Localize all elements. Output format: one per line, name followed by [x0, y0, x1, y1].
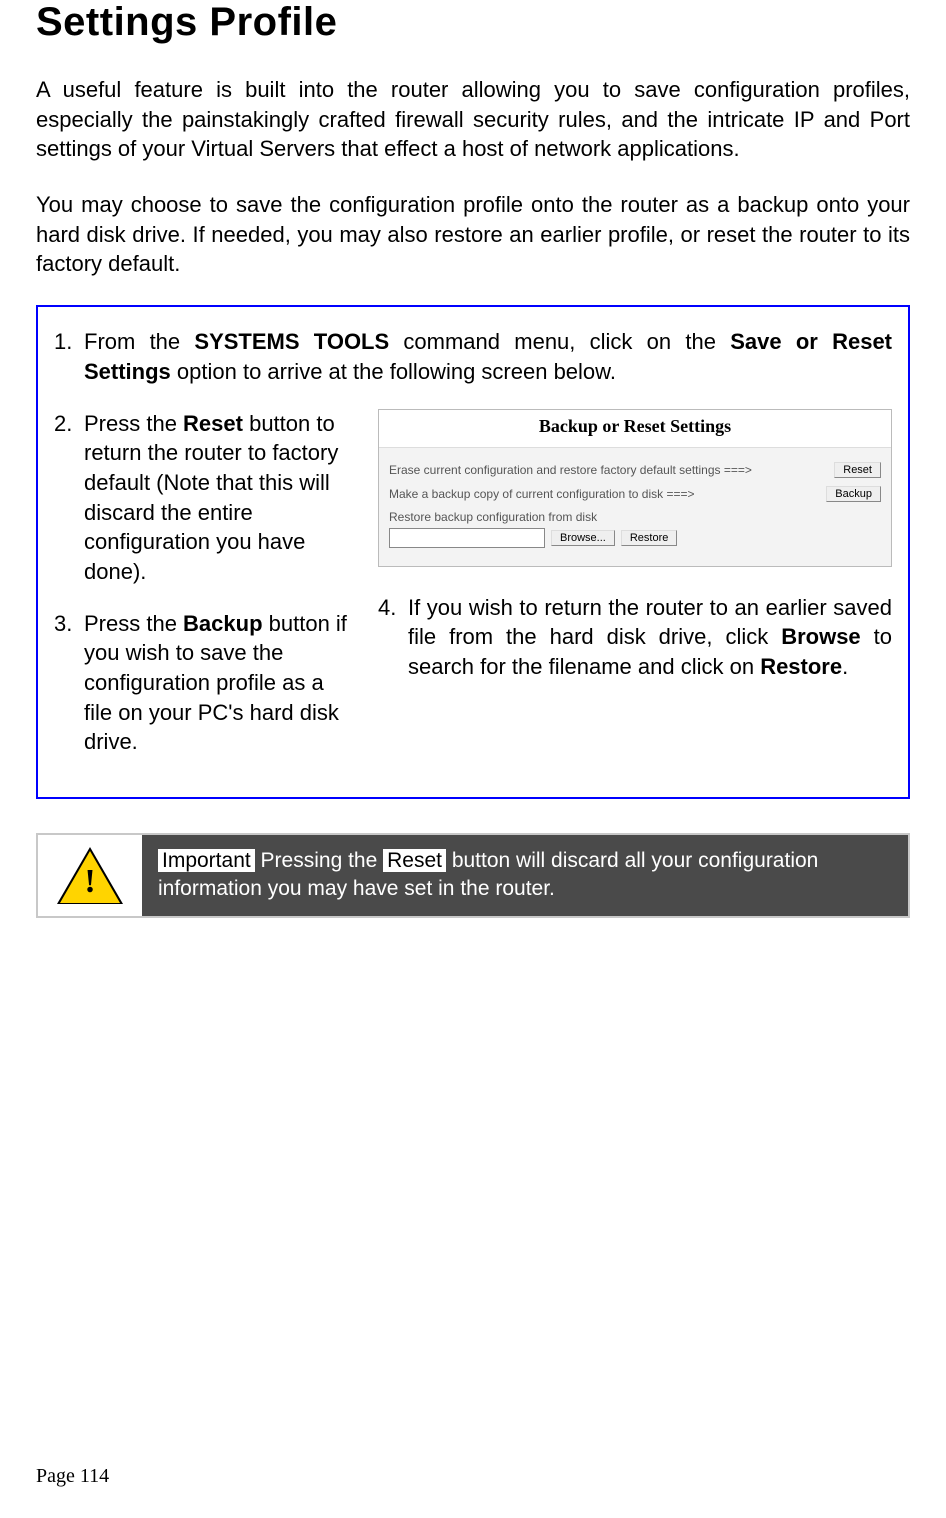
screenshot-row-reset: Erase current configuration and restore …: [389, 458, 881, 482]
instructions-box: 1. From the SYSTEMS TOOLS command menu, …: [36, 305, 910, 799]
screenshot-row-restore-label: Restore backup configuration from disk: [389, 510, 881, 524]
intro-paragraph-1: A useful feature is built into the route…: [36, 75, 910, 164]
step-4-text-c: .: [842, 654, 848, 679]
step-4-bold-browse: Browse: [781, 624, 860, 649]
browse-button[interactable]: Browse...: [551, 530, 615, 546]
backup-button[interactable]: Backup: [826, 486, 881, 502]
step-4: 4. If you wish to return the router to a…: [378, 593, 892, 682]
screenshot-row-reset-label: Erase current configuration and restore …: [389, 463, 834, 477]
screenshot-row-restore: Restore backup configuration from disk B…: [389, 506, 881, 552]
intro-paragraph-2: You may choose to save the configuration…: [36, 190, 910, 279]
warning-icon: !: [38, 835, 142, 916]
warning-exclamation: !: [60, 863, 120, 901]
screenshot-title: Backup or Reset Settings: [379, 410, 891, 448]
step-1-number: 1.: [54, 327, 84, 386]
warning-text-a: Pressing the: [255, 849, 383, 872]
step-4-number: 4.: [378, 593, 408, 682]
screenshot-row-backup: Make a backup copy of current configurat…: [389, 482, 881, 506]
step-3-text-a: Press the: [84, 611, 183, 636]
step-2-text-b: button to return the router to factory d…: [84, 411, 338, 584]
step-1-text-a: From the: [84, 329, 194, 354]
step-1-bold-systems-tools: SYSTEMS TOOLS: [194, 329, 389, 354]
step-2-text-a: Press the: [84, 411, 183, 436]
warning-reset-word: Reset: [383, 849, 446, 872]
restore-file-input[interactable]: [389, 528, 545, 548]
step-2: 2. Press the Reset button to return the …: [54, 409, 354, 587]
embedded-screenshot: Backup or Reset Settings Erase current c…: [378, 409, 892, 567]
page-footer: Page 114: [36, 1465, 109, 1488]
step-1: 1. From the SYSTEMS TOOLS command menu, …: [54, 327, 892, 386]
warning-box: ! Important Pressing the Reset button wi…: [36, 833, 910, 918]
step-3-bold-backup: Backup: [183, 611, 262, 636]
warning-label-important: Important: [158, 849, 255, 872]
step-3-number: 3.: [54, 609, 84, 757]
page-title: Settings Profile: [36, 0, 910, 45]
step-1-text-b: command menu, click on the: [389, 329, 730, 354]
step-1-text-c: option to arrive at the following screen…: [171, 359, 616, 384]
screenshot-row-backup-label: Make a backup copy of current configurat…: [389, 487, 826, 501]
step-2-bold-reset: Reset: [183, 411, 243, 436]
step-2-number: 2.: [54, 409, 84, 587]
step-3: 3. Press the Backup button if you wish t…: [54, 609, 354, 757]
reset-button[interactable]: Reset: [834, 462, 881, 478]
warning-text: Important Pressing the Reset button will…: [142, 835, 908, 916]
step-4-bold-restore: Restore: [760, 654, 842, 679]
restore-button[interactable]: Restore: [621, 530, 678, 546]
